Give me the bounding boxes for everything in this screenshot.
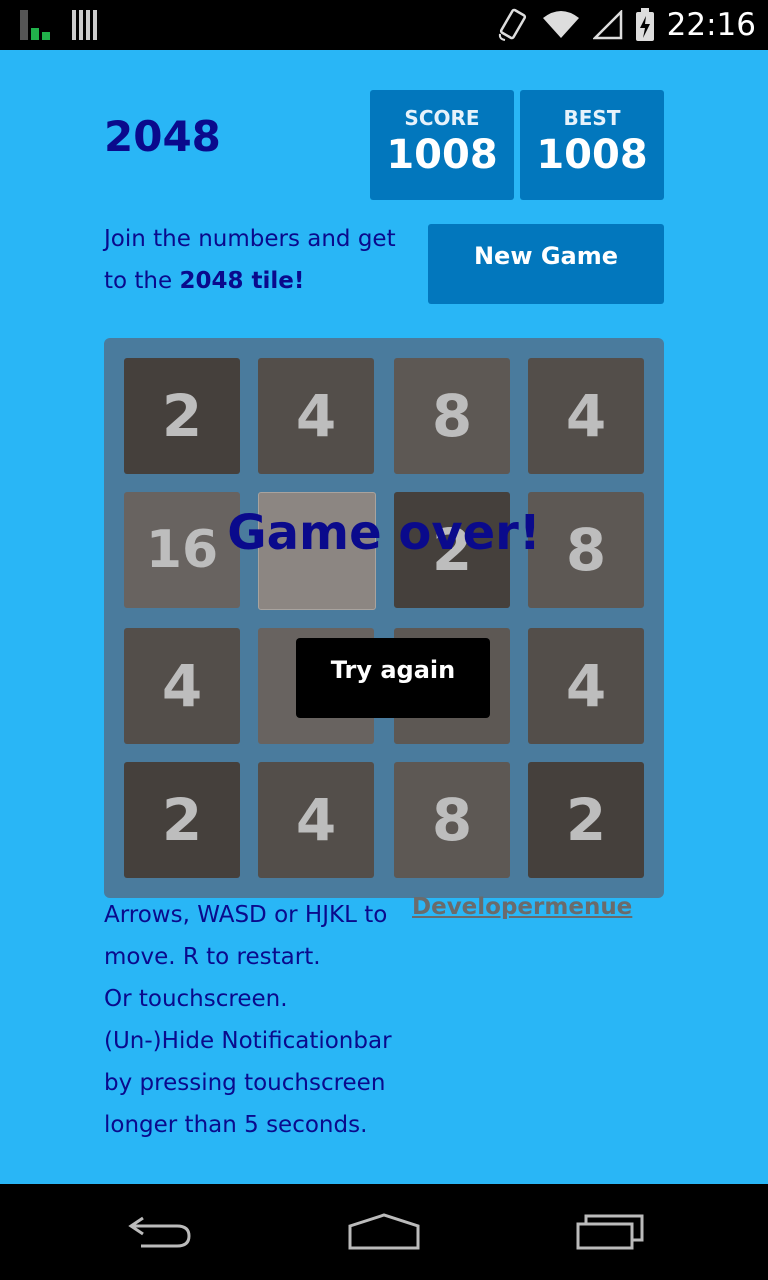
instruction-line: Or touchscreen. xyxy=(104,986,288,1012)
board-tile: 4 xyxy=(124,628,240,744)
board-tile: 4 xyxy=(258,358,374,474)
navigation-bar xyxy=(0,1184,768,1280)
instruction-line: move. R to restart. xyxy=(104,944,321,970)
score-label: SCORE xyxy=(404,106,480,130)
signal-bars-icon xyxy=(20,10,50,40)
board-tile: 2 xyxy=(528,762,644,878)
best-label: BEST xyxy=(563,106,621,130)
score-value: 1008 xyxy=(386,132,498,178)
rotate-icon xyxy=(498,8,526,41)
cell-signal-icon xyxy=(592,10,622,40)
back-icon xyxy=(128,1216,191,1248)
game-board[interactable]: 248416284342482 xyxy=(104,338,664,898)
best-value: 1008 xyxy=(536,132,648,178)
board-tile: 4 xyxy=(528,628,644,744)
try-again-button[interactable]: Try again xyxy=(296,638,490,718)
instructions: Arrows, WASD or HJKL to move. R to resta… xyxy=(104,894,424,1146)
recents-icon xyxy=(576,1214,644,1250)
board-tile: 2 xyxy=(124,762,240,878)
battery-charging-icon xyxy=(635,8,654,41)
developer-menu-link[interactable]: Developermenue xyxy=(412,894,632,920)
wifi-icon xyxy=(542,11,579,38)
best-score-box: BEST 1008 xyxy=(520,90,664,200)
clock: 22:16 xyxy=(666,7,756,43)
intro-text: Join the numbers and get to the 2048 til… xyxy=(104,218,414,302)
instruction-line: by pressing touchscreen xyxy=(104,1070,386,1096)
instruction-line: longer than 5 seconds. xyxy=(104,1112,368,1138)
status-bar: 22:16 xyxy=(0,0,768,50)
board-tile: 2 xyxy=(124,358,240,474)
back-button[interactable] xyxy=(112,1184,208,1280)
board-tile: 8 xyxy=(394,762,510,878)
game-title: 2048 xyxy=(104,112,221,161)
board-tile: 4 xyxy=(528,358,644,474)
sim-icon xyxy=(72,10,97,40)
intro-text-bold: 2048 tile! xyxy=(179,268,305,294)
new-game-button[interactable]: New Game xyxy=(428,224,664,304)
board-tile: 4 xyxy=(258,762,374,878)
home-icon xyxy=(348,1213,420,1250)
instruction-line: Arrows, WASD or HJKL to xyxy=(104,902,388,928)
recents-button[interactable] xyxy=(562,1184,658,1280)
game-over-message: Game over! xyxy=(227,505,541,561)
board-tile: 8 xyxy=(394,358,510,474)
score-box: SCORE 1008 xyxy=(370,90,514,200)
home-button[interactable] xyxy=(336,1184,432,1280)
instruction-line: (Un-)Hide Notificationbar xyxy=(104,1028,392,1054)
